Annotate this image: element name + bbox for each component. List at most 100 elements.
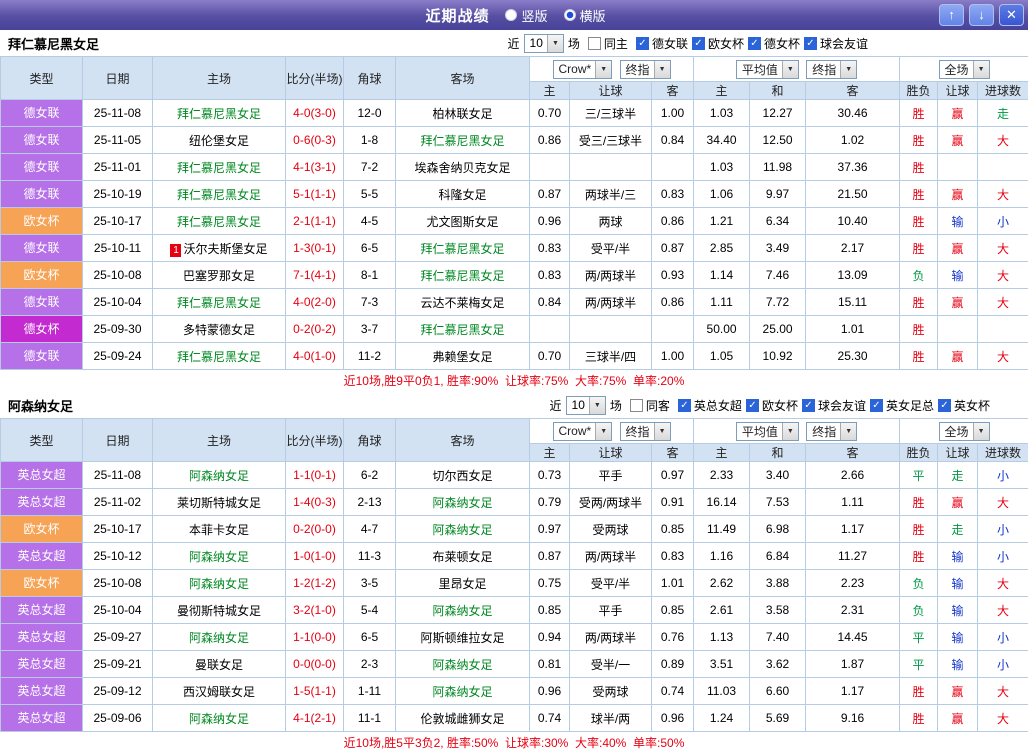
col-corner: 角球 [344, 57, 396, 100]
league-filter-checkbox[interactable]: ✓英总女超 [678, 397, 742, 414]
league-label: 欧女杯 [1, 262, 82, 288]
average-final-select[interactable]: 终指▼ [806, 422, 857, 441]
league-badge: 德女联 [1, 154, 83, 181]
match-date: 25-10-04 [83, 289, 153, 316]
average-select[interactable]: 平均值▼ [736, 60, 799, 79]
result-badge: 胜 [900, 181, 938, 208]
scope-select[interactable]: 全场▼ [939, 60, 990, 79]
match-date: 25-11-08 [83, 462, 153, 489]
home-team: 曼联女足 [153, 651, 286, 678]
league-filter-checkbox[interactable]: ✓欧女杯 [692, 35, 744, 52]
scope-select[interactable]: 全场▼ [939, 422, 990, 441]
corner-score: 6-2 [344, 462, 396, 489]
handicap-line: 两球 [570, 208, 652, 235]
league-filter-checkbox[interactable]: ✓德女杯 [748, 35, 800, 52]
avg-away-odds: 2.23 [806, 570, 900, 597]
league-label: 欧女杯 [1, 208, 82, 234]
league-filter-checkbox[interactable]: ✓英女杯 [938, 397, 990, 414]
league-filter-checkbox[interactable]: ✓球会友谊 [804, 35, 868, 52]
away-team: 阿森纳女足 [396, 489, 530, 516]
match-row: 德女联25-11-05纽伦堡女足0-6(0-3)1-8拜仁慕尼黑女足0.86受三… [1, 127, 1028, 154]
average-dropdowns: 平均值▼ 终指▼ [694, 419, 900, 444]
col-avg-home: 主 [694, 82, 750, 100]
league-filter-checkbox[interactable]: ✓球会友谊 [802, 397, 866, 414]
handicap-result-badge: 输 [938, 624, 978, 651]
league-label: 英总女超 [1, 462, 82, 488]
score: 0-2(0-0) [286, 516, 344, 543]
handicap-home-odds: 0.97 [530, 516, 570, 543]
league-filter-label: 欧女杯 [762, 397, 798, 414]
handicap-home-odds: 0.96 [530, 208, 570, 235]
avg-away-odds: 25.30 [806, 343, 900, 370]
away-team: 阿森纳女足 [396, 651, 530, 678]
avg-away-odds: 21.50 [806, 181, 900, 208]
handicap-result-badge: 赢 [938, 289, 978, 316]
odds-source-select[interactable]: Crow*▼ [553, 422, 613, 441]
near-label: 近 [550, 397, 562, 414]
scroll-up-button[interactable]: ↑ [939, 4, 964, 26]
home-team: 拜仁慕尼黑女足 [153, 208, 286, 235]
goals-result-badge: 大 [978, 127, 1028, 154]
home-team: 多特蒙德女足 [153, 316, 286, 343]
average-final-select[interactable]: 终指▼ [806, 60, 857, 79]
score: 4-0(1-0) [286, 343, 344, 370]
league-badge: 德女联 [1, 235, 83, 262]
handicap-line: 三/三球半 [570, 100, 652, 127]
league-filter-label: 英女杯 [954, 397, 990, 414]
league-label: 英总女超 [1, 489, 82, 515]
average-select[interactable]: 平均值▼ [736, 422, 799, 441]
handicap-home-odds: 0.87 [530, 543, 570, 570]
handicap-home-odds [530, 316, 570, 343]
team-name: 拜仁慕尼黑女足 [8, 34, 99, 53]
match-count-select[interactable]: 10▼ [566, 396, 606, 415]
layout-radio-vertical[interactable]: 竖版 [505, 6, 547, 25]
avg-home-odds: 1.11 [694, 289, 750, 316]
home-team: 1沃尔夫斯堡女足 [153, 235, 286, 262]
goals-result-badge: 大 [978, 289, 1028, 316]
handicap-away-odds [652, 316, 694, 343]
score: 1-4(0-3) [286, 489, 344, 516]
league-badge: 德女联 [1, 181, 83, 208]
odds-final-select[interactable]: 终指▼ [620, 422, 671, 441]
handicap-line: 两/两球半 [570, 543, 652, 570]
score: 1-0(1-0) [286, 543, 344, 570]
odds-source-select[interactable]: Crow*▼ [553, 60, 613, 79]
same-venue-checkbox[interactable]: 同客 [630, 397, 670, 414]
handicap-line: 球半/两 [570, 705, 652, 732]
layout-radio-horizontal[interactable]: 横版 [564, 6, 606, 25]
handicap-away-odds: 0.89 [652, 651, 694, 678]
league-filter-checkbox[interactable]: ✓德女联 [636, 35, 688, 52]
corner-score: 7-3 [344, 289, 396, 316]
team-name: 阿森纳女足 [8, 396, 73, 415]
match-row: 英总女超25-09-12西汉姆联女足1-5(1-1)1-11阿森纳女足0.96受… [1, 678, 1028, 705]
corner-score: 3-5 [344, 570, 396, 597]
match-date: 25-10-04 [83, 597, 153, 624]
avg-draw-odds: 3.40 [750, 462, 806, 489]
col-type: 类型 [1, 57, 83, 100]
match-row: 英总女超25-09-06阿森纳女足4-1(2-1)11-1伦敦城雌狮女足0.74… [1, 705, 1028, 732]
result-badge: 胜 [900, 678, 938, 705]
handicap-away-odds: 0.97 [652, 462, 694, 489]
score: 0-2(0-2) [286, 316, 344, 343]
same-venue-checkbox[interactable]: 同主 [588, 35, 628, 52]
match-count-select[interactable]: 10▼ [524, 34, 564, 53]
league-label: 德女联 [1, 289, 82, 315]
matches-table: 类型 日期 主场 比分(半场) 角球 客场 Crow*▼ 终指▼ 平均值▼ 终指… [0, 56, 1028, 370]
col-avg-home: 主 [694, 444, 750, 462]
col-avg-away: 客 [806, 82, 900, 100]
avg-home-odds: 1.16 [694, 543, 750, 570]
league-badge: 英总女超 [1, 489, 83, 516]
odds-final-select[interactable]: 终指▼ [620, 60, 671, 79]
col-type: 类型 [1, 419, 83, 462]
home-team: 阿森纳女足 [153, 462, 286, 489]
avg-away-odds: 10.40 [806, 208, 900, 235]
handicap-home-odds: 0.79 [530, 489, 570, 516]
scroll-down-button[interactable]: ↓ [969, 4, 994, 26]
home-team: 阿森纳女足 [153, 570, 286, 597]
close-button[interactable]: ✕ [999, 4, 1024, 26]
result-badge: 胜 [900, 235, 938, 262]
match-date: 25-09-12 [83, 678, 153, 705]
team-section-arsenal: 阿森纳女足 近 10▼ 场 同客 ✓英总女超✓欧女杯✓球会友谊✓英女足总✓英女杯 [0, 392, 1028, 754]
league-filter-checkbox[interactable]: ✓欧女杯 [746, 397, 798, 414]
league-filter-checkbox[interactable]: ✓英女足总 [870, 397, 934, 414]
